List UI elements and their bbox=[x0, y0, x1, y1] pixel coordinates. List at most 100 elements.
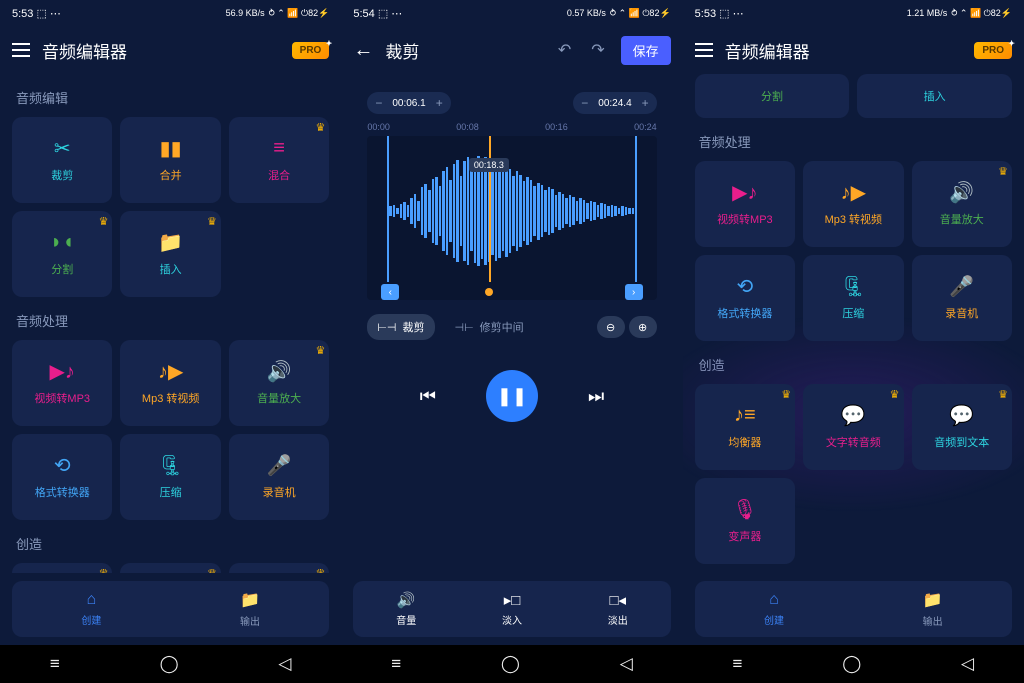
status-time: 5:53 bbox=[12, 8, 33, 20]
feature-card[interactable]: 分割 bbox=[695, 74, 850, 118]
card-label: Mp3 转视频 bbox=[142, 390, 199, 406]
android-nav: ≡ ◯ ◁ bbox=[341, 645, 682, 683]
minus-icon[interactable]: − bbox=[581, 96, 588, 110]
feature-card[interactable]: ⟲ 格式转换器 bbox=[695, 255, 795, 341]
nav-output[interactable]: 📁输出 bbox=[853, 581, 1012, 637]
pause-button[interactable]: ❚❚ bbox=[486, 370, 538, 422]
feature-card[interactable]: ▶♪视频转MP3 bbox=[12, 340, 112, 426]
waveform[interactable]: 00:18.3 ‹ › bbox=[367, 136, 656, 300]
save-button[interactable]: 保存 bbox=[621, 36, 671, 65]
home-icon[interactable]: ◯ bbox=[501, 654, 520, 674]
feature-card[interactable]: ♛♪≡ bbox=[12, 563, 112, 573]
status-bar: 5:54 ⬚ ⋯ 0.57 KB/s ⥁ ⌃ 📶 ⏻82⚡ bbox=[341, 0, 682, 26]
plus-icon[interactable]: + bbox=[642, 96, 649, 110]
feature-card[interactable]: 插入 bbox=[857, 74, 1012, 118]
action-fadeout[interactable]: □◂淡出 bbox=[565, 581, 671, 637]
back-icon[interactable]: ◁ bbox=[961, 654, 974, 674]
feature-card[interactable]: ♛🔊音量放大 bbox=[229, 340, 329, 426]
minus-icon[interactable]: − bbox=[375, 96, 382, 110]
tick-label: 00:16 bbox=[545, 122, 568, 132]
feature-card[interactable]: ♛♪≡均衡器 bbox=[695, 384, 795, 470]
card-icon: ⟲ bbox=[54, 454, 71, 476]
action-volume[interactable]: 🔊音量 bbox=[353, 581, 459, 637]
card-label: 视频转MP3 bbox=[717, 211, 773, 227]
feature-card[interactable]: ✂裁剪 bbox=[12, 117, 112, 203]
back-icon[interactable]: ◁ bbox=[620, 654, 633, 674]
undo-icon[interactable]: ↶ bbox=[558, 40, 571, 60]
home-icon[interactable]: ◯ bbox=[842, 654, 861, 674]
recent-icon[interactable]: ≡ bbox=[391, 654, 401, 674]
card-label: 压缩 bbox=[160, 484, 182, 500]
feature-card[interactable]: ♛≡混合 bbox=[229, 117, 329, 203]
menu-icon[interactable] bbox=[12, 43, 30, 57]
nav-create[interactable]: ⌂创建 bbox=[12, 581, 171, 637]
feature-card[interactable]: 🎙变声器 bbox=[695, 478, 795, 564]
skip-next-icon[interactable]: ⏭ bbox=[588, 386, 604, 407]
feature-card[interactable]: 🎤录音机 bbox=[912, 255, 1012, 341]
card-icon: 🎤 bbox=[267, 454, 292, 476]
card-icon: ⟲ bbox=[736, 275, 753, 297]
feature-card[interactable]: 🗜压缩 bbox=[120, 434, 220, 520]
handle-left-icon[interactable]: ‹ bbox=[381, 284, 399, 300]
feature-card[interactable]: 🎤录音机 bbox=[229, 434, 329, 520]
zoom-in-icon[interactable]: ⊕ bbox=[629, 316, 657, 338]
recent-icon[interactable]: ≡ bbox=[733, 654, 743, 674]
feature-card[interactable]: ♛◗◖分割 bbox=[12, 211, 112, 297]
nav-output[interactable]: 📁输出 bbox=[171, 581, 330, 637]
screen-2-trim-editor: 5:54 ⬚ ⋯ 0.57 KB/s ⥁ ⌃ 📶 ⏻82⚡ ← 裁剪 ↶↷ 保存… bbox=[341, 0, 682, 683]
card-icon: ◗◖ bbox=[50, 231, 74, 253]
card-icon: 🗜 bbox=[841, 275, 866, 297]
action-fadein[interactable]: ▸□淡入 bbox=[459, 581, 565, 637]
pro-badge[interactable]: PRO bbox=[292, 42, 330, 59]
feature-card[interactable]: ♛💬 bbox=[120, 563, 220, 573]
feature-card[interactable]: ♛📁插入 bbox=[120, 211, 220, 297]
back-icon[interactable]: ◁ bbox=[278, 654, 291, 674]
playhead-dot[interactable] bbox=[485, 288, 493, 296]
card-label: Mp3 转视频 bbox=[825, 211, 882, 227]
plus-icon[interactable]: + bbox=[436, 96, 443, 110]
section-title-create: 创造 bbox=[16, 534, 329, 553]
card-label: 音量放大 bbox=[257, 390, 301, 406]
feature-card[interactable]: ▶♪视频转MP3 bbox=[695, 161, 795, 247]
card-label: 裁剪 bbox=[51, 167, 73, 183]
crown-icon: ♛ bbox=[315, 121, 325, 134]
nav-create[interactable]: ⌂创建 bbox=[695, 581, 854, 637]
menu-icon[interactable] bbox=[695, 43, 713, 57]
crown-icon: ♛ bbox=[99, 567, 109, 573]
card-label: 格式转换器 bbox=[717, 305, 772, 321]
feature-card[interactable]: ♪▶Mp3 转视频 bbox=[803, 161, 903, 247]
mode-trim-middle[interactable]: ⊣⊢修剪中间 bbox=[445, 314, 534, 340]
feature-card[interactable]: ⟲格式转换器 bbox=[12, 434, 112, 520]
feature-card[interactable]: 🗜压缩 bbox=[803, 255, 903, 341]
fadeout-icon: □◂ bbox=[609, 591, 626, 609]
feature-card[interactable]: ♪▶Mp3 转视频 bbox=[120, 340, 220, 426]
section-title-process: 音频处理 bbox=[699, 132, 1012, 151]
card-label: 均衡器 bbox=[728, 434, 761, 450]
card-label: 视频转MP3 bbox=[34, 390, 90, 406]
feature-card[interactable]: ♛💬 bbox=[229, 563, 329, 573]
redo-icon[interactable]: ↷ bbox=[591, 40, 604, 60]
trim-icon: ⊢⊣ bbox=[377, 321, 396, 334]
pro-badge[interactable]: PRO bbox=[974, 42, 1012, 59]
card-label: 分割 bbox=[51, 261, 73, 277]
playhead-time: 00:18.3 bbox=[469, 158, 509, 172]
card-label: 音量放大 bbox=[940, 211, 984, 227]
back-arrow-icon[interactable]: ← bbox=[353, 39, 373, 62]
screen-1-editor-home: 5:53 ⬚ ⋯ 56.9 KB/s ⥁ ⌃ 📶 ⏻82⚡ 音频编辑器 PRO … bbox=[0, 0, 341, 683]
main-content: 分割插入 音频处理 ▶♪视频转MP3♪▶Mp3 转视频♛🔊音量放大 ⟲ 格式转换器 🗜… bbox=[683, 74, 1024, 573]
home-icon: ⌂ bbox=[87, 591, 97, 609]
crown-icon: ♛ bbox=[998, 165, 1008, 178]
feature-card[interactable]: ♛🔊音量放大 bbox=[912, 161, 1012, 247]
card-icon: 💬 bbox=[841, 404, 866, 426]
feature-card[interactable]: ▮▮合并 bbox=[120, 117, 220, 203]
handle-right-icon[interactable]: › bbox=[625, 284, 643, 300]
feature-card[interactable]: ♛💬音频到文本 bbox=[912, 384, 1012, 470]
recent-icon[interactable]: ≡ bbox=[50, 654, 60, 674]
feature-card[interactable]: ♛💬文字转音频 bbox=[803, 384, 903, 470]
mode-trim[interactable]: ⊢⊣裁剪 bbox=[367, 314, 434, 340]
zoom-out-icon[interactable]: ⊖ bbox=[597, 316, 625, 338]
editor-content: − 00:06.1 + − 00:24.4 + 00:0000:0800:160… bbox=[341, 74, 682, 573]
skip-prev-icon[interactable]: ⏮ bbox=[420, 386, 436, 407]
end-time-control: − 00:24.4 + bbox=[573, 92, 656, 114]
home-icon[interactable]: ◯ bbox=[160, 654, 179, 674]
